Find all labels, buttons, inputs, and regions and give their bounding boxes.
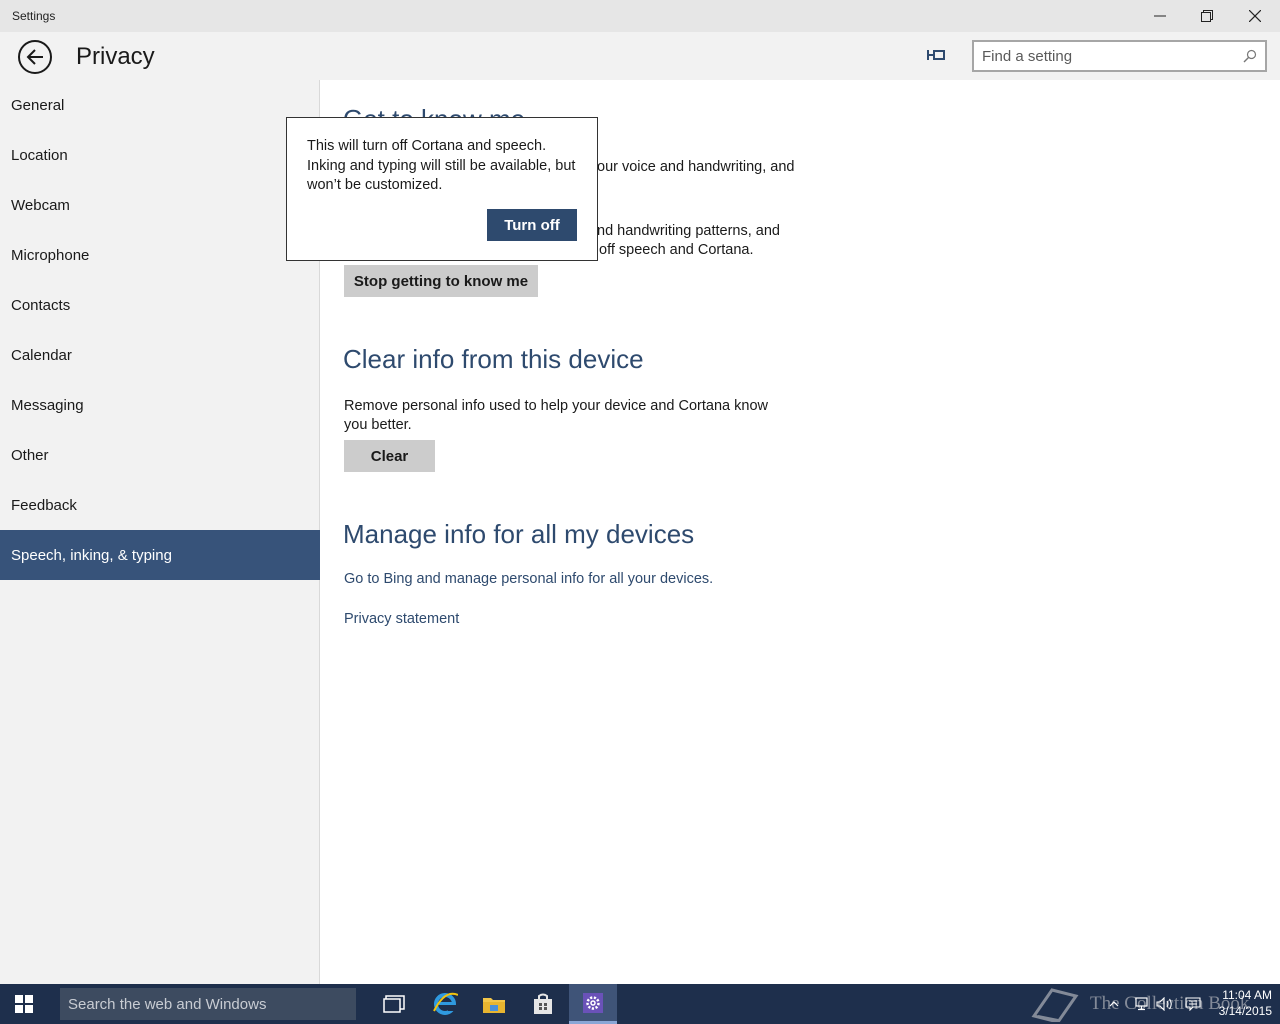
sidebar-item-other[interactable]: Other: [0, 430, 320, 480]
sidebar-item-contacts[interactable]: Contacts: [0, 280, 320, 330]
title-bar: Settings: [0, 0, 1280, 32]
back-arrow-icon: [26, 49, 43, 65]
close-button[interactable]: [1232, 0, 1278, 32]
back-button[interactable]: [18, 40, 52, 74]
restore-button[interactable]: [1184, 0, 1230, 32]
header: Privacy: [0, 32, 1280, 80]
clock-date: 3/14/2015: [1218, 1004, 1272, 1018]
section-heading-clear-info: Clear info from this device: [343, 344, 644, 374]
gear-icon: [583, 992, 603, 1013]
stop-getting-to-know-me-button[interactable]: Stop getting to know me: [344, 265, 538, 297]
volume-tray-button[interactable]: [1155, 984, 1175, 1024]
restore-icon: [1201, 10, 1213, 22]
book-watermark-icon: [1031, 988, 1079, 1022]
privacy-statement-link[interactable]: Privacy statement: [344, 611, 459, 627]
show-hidden-icons-button[interactable]: [1106, 984, 1122, 1024]
network-icon: [1135, 997, 1148, 1011]
file-explorer-button[interactable]: [470, 984, 518, 1024]
get-to-know-me-text-fragment: our voice and handwriting, and: [597, 159, 795, 175]
network-tray-button[interactable]: [1132, 984, 1152, 1024]
bing-manage-info-link[interactable]: Go to Bing and manage personal info for …: [344, 571, 713, 587]
sidebar-item-location[interactable]: Location: [0, 130, 320, 180]
turn-off-flyout: This will turn off Cortana and speech. I…: [286, 117, 598, 261]
sidebar-item-calendar[interactable]: Calendar: [0, 330, 320, 380]
settings-taskbar-button[interactable]: [569, 984, 617, 1024]
action-center-button[interactable]: [1182, 984, 1204, 1024]
search-box[interactable]: [972, 40, 1267, 72]
get-to-know-me-text-line1: nd handwriting patterns, and: [597, 223, 780, 239]
start-button[interactable]: [0, 984, 48, 1024]
store-bag-icon: [534, 993, 552, 1014]
sidebar-item-feedback[interactable]: Feedback: [0, 480, 320, 530]
sidebar-item-messaging[interactable]: Messaging: [0, 380, 320, 430]
get-to-know-me-text-line2: off speech and Cortana.: [599, 242, 754, 258]
sidebar-item-speech-inking-typing[interactable]: Speech, inking, & typing: [0, 530, 320, 580]
sidebar: General Location Webcam Microphone Conta…: [0, 80, 320, 984]
flyout-message: This will turn off Cortana and speech. I…: [307, 138, 576, 193]
sidebar-item-microphone[interactable]: Microphone: [0, 230, 320, 280]
store-button[interactable]: [519, 984, 567, 1024]
internet-explorer-button[interactable]: [421, 984, 469, 1024]
taskbar: Search the web and Windows The Collectio…: [0, 984, 1280, 1024]
clear-info-text: Remove personal info used to help your d…: [344, 398, 768, 433]
taskbar-search-box[interactable]: Search the web and Windows: [60, 988, 356, 1020]
volume-icon: [1156, 997, 1172, 1011]
task-view-icon: [383, 995, 405, 1013]
clock[interactable]: 11:04 AM 3/14/2015: [1206, 987, 1272, 1019]
task-view-button[interactable]: [370, 984, 418, 1024]
close-icon: [1249, 10, 1261, 22]
chevron-up-icon: [1109, 1001, 1119, 1007]
pin-icon: [927, 50, 945, 60]
window-title: Settings: [12, 9, 56, 23]
internet-explorer-icon: [433, 992, 458, 1015]
clock-time: 11:04 AM: [1222, 988, 1272, 1002]
search-input[interactable]: [982, 47, 1232, 65]
sidebar-item-webcam[interactable]: Webcam: [0, 180, 320, 230]
minimize-button[interactable]: [1137, 0, 1183, 32]
sidebar-item-general[interactable]: General: [0, 80, 320, 130]
windows-logo-icon: [15, 995, 33, 1013]
notification-icon: [1185, 997, 1201, 1011]
minimize-icon: [1154, 15, 1166, 17]
page-title: Privacy: [76, 43, 155, 70]
section-heading-manage-info: Manage info for all my devices: [343, 519, 695, 549]
search-icon[interactable]: [1243, 49, 1257, 63]
pin-button[interactable]: [926, 46, 950, 66]
taskbar-search-placeholder: Search the web and Windows: [68, 996, 267, 1013]
clear-button[interactable]: Clear: [344, 440, 435, 472]
turn-off-button[interactable]: Turn off: [487, 209, 577, 241]
folder-icon: [483, 998, 505, 1013]
